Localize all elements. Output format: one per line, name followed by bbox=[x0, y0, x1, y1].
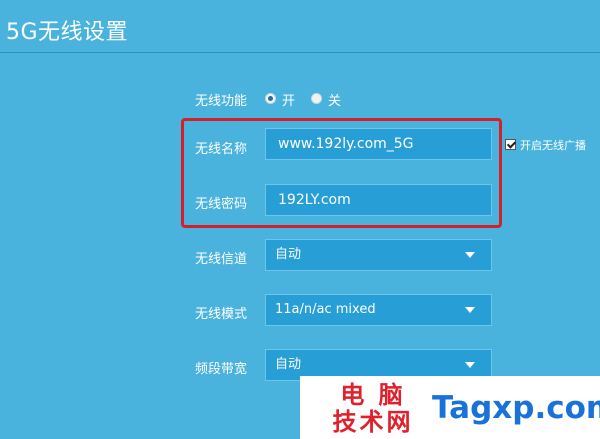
bandwidth-label: 频段带宽 bbox=[195, 362, 248, 377]
page-title: 5G无线设置 bbox=[6, 20, 129, 45]
watermark-domain: Tagxp.com bbox=[432, 390, 600, 426]
title-divider bbox=[0, 52, 600, 53]
radio-off-label[interactable]: 关 bbox=[328, 90, 341, 109]
ssid-label: 无线名称 bbox=[195, 142, 248, 157]
password-label: 无线密码 bbox=[195, 197, 248, 212]
radio-on-label[interactable]: 开 bbox=[282, 90, 295, 109]
bandwidth-value: 自动 bbox=[275, 357, 302, 372]
watermark-cn-line2: 技术网 bbox=[332, 408, 414, 436]
broadcast-checkbox[interactable] bbox=[505, 139, 516, 150]
mode-value: 11a/n/ac mixed bbox=[275, 302, 376, 317]
wireless-function-label: 无线功能 bbox=[195, 94, 248, 109]
radio-on[interactable] bbox=[265, 93, 276, 104]
chevron-down-icon bbox=[465, 307, 475, 313]
radio-off[interactable] bbox=[311, 93, 322, 104]
watermark-cn-line1: 电 脑 bbox=[340, 381, 406, 409]
ssid-input[interactable]: www.192ly.com_5G bbox=[265, 128, 492, 160]
chevron-down-icon bbox=[465, 362, 475, 368]
channel-select[interactable]: 自动 bbox=[265, 239, 492, 271]
chevron-down-icon bbox=[465, 252, 475, 258]
watermark-logo-cn: 电 脑 技术网 bbox=[318, 382, 428, 438]
broadcast-label[interactable]: 开启无线广播 bbox=[520, 137, 586, 153]
mode-label: 无线模式 bbox=[195, 307, 248, 322]
channel-value: 自动 bbox=[275, 247, 302, 262]
password-input[interactable]: 192LY.com bbox=[265, 184, 492, 216]
channel-label: 无线信道 bbox=[195, 252, 248, 267]
mode-select[interactable]: 11a/n/ac mixed bbox=[265, 294, 492, 326]
